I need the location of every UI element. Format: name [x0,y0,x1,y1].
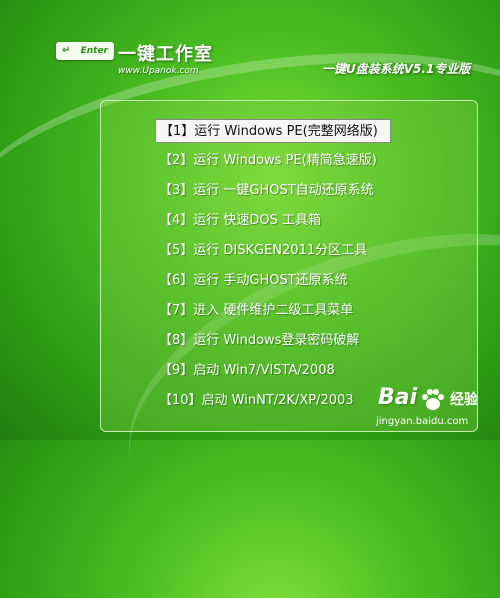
edition-title: 一键U盘装系统V5.1专业版 [322,62,471,76]
menu-item-2[interactable]: 【2】运行 Windows PE(精简急速版) [155,149,381,173]
brand-url: www.Upanok.com [118,66,199,76]
menu-item-3[interactable]: 【3】运行 一键GHOST自动还原系统 [155,179,378,203]
enter-arrow-icon: ↵ [62,45,71,56]
watermark-logo-suffix: 经验 [450,392,478,408]
menu-item-10[interactable]: 【10】启动 WinNT/2K/XP/2003 [155,389,358,413]
menu-item-9[interactable]: 【9】启动 Win7/VISTA/2008 [155,359,339,383]
menu-item-4[interactable]: 【4】运行 快速DOS 工具箱 [155,209,325,233]
brand-title: 一键工作室 [118,44,213,65]
watermark-logo-text: Bai [378,385,418,410]
menu-item-8[interactable]: 【8】运行 Windows登录密码破解 [155,329,363,353]
baidu-jingyan-watermark: Bai 经验 jingyan.baidu.com [370,385,496,435]
watermark-domain: jingyan.baidu.com [376,416,469,427]
menu-item-6[interactable]: 【6】运行 手动GHOST还原系统 [155,269,352,293]
enter-key-logo: ↵ Enter [56,42,114,60]
menu-item-7[interactable]: 【7】进入 硬件维护二级工具菜单 [155,299,357,323]
menu-item-5[interactable]: 【5】运行 DISKGEN2011分区工具 [155,239,371,263]
baidu-paw-icon [422,389,444,410]
menu-item-1[interactable]: 【1】运行 Windows PE(完整网络版) [155,119,391,143]
boot-menu-panel: 【1】运行 Windows PE(完整网络版) 【2】运行 Windows PE… [100,100,478,432]
enter-key-label: Enter [80,46,108,56]
